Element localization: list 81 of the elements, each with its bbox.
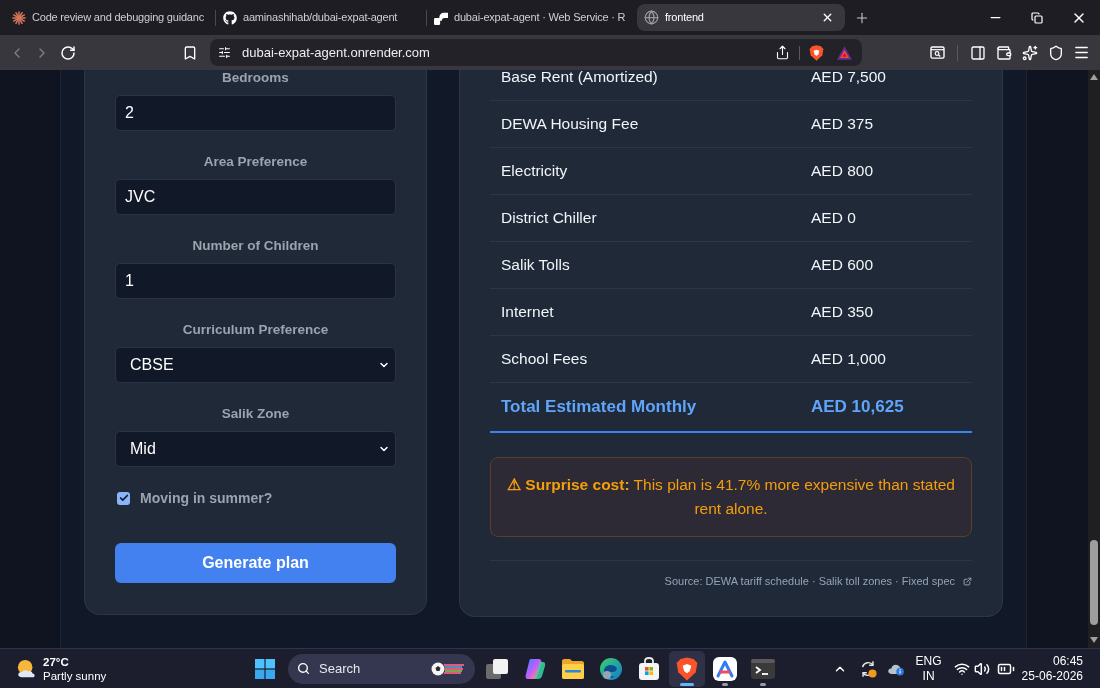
clock[interactable]: 06:45 25-06-2026 xyxy=(1021,653,1083,684)
input-field[interactable]: JVC xyxy=(115,179,396,215)
close-icon[interactable] xyxy=(821,11,834,24)
select-field[interactable]: CBSE xyxy=(115,347,396,383)
browser-tab[interactable]: aaminashihab/dubai-expat-agent xyxy=(216,4,426,31)
sparkle-icon xyxy=(12,10,26,25)
cost-value: AED 350 xyxy=(810,304,875,320)
field-label: Bedrooms xyxy=(222,70,289,86)
checkbox-label: Moving in summer? xyxy=(140,490,273,506)
shield-icon[interactable] xyxy=(1048,44,1064,61)
cost-value: AED 7,500 xyxy=(810,70,887,85)
terminal-icon xyxy=(751,656,775,681)
page-search-icon[interactable] xyxy=(930,46,945,59)
volume-icon[interactable] xyxy=(973,660,990,677)
cost-label: DEWA Housing Fee xyxy=(500,116,640,132)
site-settings-icon[interactable] xyxy=(218,46,231,59)
browser-tab[interactable]: Code review and debugging guidanc xyxy=(5,4,215,31)
input-field[interactable]: 1 xyxy=(115,263,396,299)
language-indicator[interactable]: ENG IN xyxy=(915,653,942,684)
sidebar-icon[interactable] xyxy=(970,44,986,61)
taskbar-app[interactable] xyxy=(669,650,705,687)
scrollbar[interactable] xyxy=(1088,70,1100,648)
total-label: Total Estimated Monthly xyxy=(500,397,698,417)
sparkles-icon[interactable] xyxy=(1022,44,1038,61)
browser-tab[interactable]: dubai-expat-agent · Web Service · R xyxy=(427,4,637,31)
browser-tab[interactable]: frontend xyxy=(637,4,845,31)
checkbox[interactable] xyxy=(117,491,130,505)
start-icon[interactable] xyxy=(255,658,275,679)
lion-shield-icon[interactable] xyxy=(809,44,824,61)
running-indicator-icon xyxy=(680,682,694,686)
running-indicator-icon xyxy=(722,682,728,686)
lion-shield-icon xyxy=(676,656,698,681)
peak-logo-icon xyxy=(713,656,737,681)
generate-plan-button[interactable]: Generate plan xyxy=(115,543,396,583)
cost-value: AED 800 xyxy=(810,163,875,179)
bookmark-icon[interactable] xyxy=(182,44,198,61)
wave-logo-icon xyxy=(599,656,623,681)
scroll-down-arrow-icon[interactable] xyxy=(1090,637,1098,643)
cost-label: Base Rent (Amortized) xyxy=(500,70,659,85)
total-value: AED 10,625 xyxy=(810,397,905,417)
sun-cloud-icon xyxy=(16,658,38,679)
cost-value: AED 0 xyxy=(810,210,857,226)
input-field[interactable]: 2 xyxy=(115,95,396,131)
cost-label: Internet xyxy=(500,304,555,320)
cost-label: Electricity xyxy=(500,163,569,179)
search-box[interactable]: Search xyxy=(288,653,475,684)
running-indicator-icon xyxy=(760,682,766,686)
cost-value: AED 600 xyxy=(810,257,875,273)
field-label: Curriculum Preference xyxy=(182,322,329,338)
scroll-up-arrow-icon[interactable] xyxy=(1090,74,1098,80)
soccer-ball-icon xyxy=(431,661,465,676)
swirl-logo-icon xyxy=(523,656,547,681)
field-label: Area Preference xyxy=(203,154,308,170)
checkmark-icon xyxy=(118,493,129,503)
wallet-icon[interactable] xyxy=(996,44,1012,61)
source-note: Source: DEWA tariff schedule · Salik toll zones · Fixed spec xyxy=(664,574,955,589)
field-label: Number of Children xyxy=(192,238,319,254)
restore-icon[interactable] xyxy=(1031,11,1043,24)
cost-value: AED 1,000 xyxy=(810,351,887,367)
select-field[interactable]: Mid xyxy=(115,431,396,467)
external-link-icon[interactable] xyxy=(963,576,972,586)
cost-value: AED 375 xyxy=(810,116,875,132)
warning-message: ⚠ Surprise cost: This plan is 41.7% more expensive than stated rent alone. xyxy=(507,476,955,517)
cost-label: Salik Tolls xyxy=(500,257,571,273)
address-bar[interactable]: dubai-expat-agent.onrender.com xyxy=(210,39,862,66)
cost-label: School Fees xyxy=(500,351,589,367)
octocat-icon xyxy=(223,10,237,25)
task-view-icon xyxy=(485,656,509,681)
globe-icon xyxy=(644,10,659,25)
blocks-logo-icon xyxy=(434,10,448,25)
search-icon xyxy=(297,662,310,675)
reload-icon[interactable] xyxy=(60,44,76,61)
shopping-bag-icon xyxy=(637,656,661,681)
cost-label: District Chiller xyxy=(500,210,598,226)
scrollbar-thumb[interactable] xyxy=(1090,540,1098,625)
triangle-logo-icon[interactable] xyxy=(837,45,852,60)
weather-widget[interactable]: 27°C Partly sunny xyxy=(16,654,107,683)
field-label: Salik Zone xyxy=(221,406,290,422)
share-icon[interactable] xyxy=(775,45,790,60)
menu-icon[interactable] xyxy=(1073,44,1090,61)
folder-icon xyxy=(561,656,585,681)
